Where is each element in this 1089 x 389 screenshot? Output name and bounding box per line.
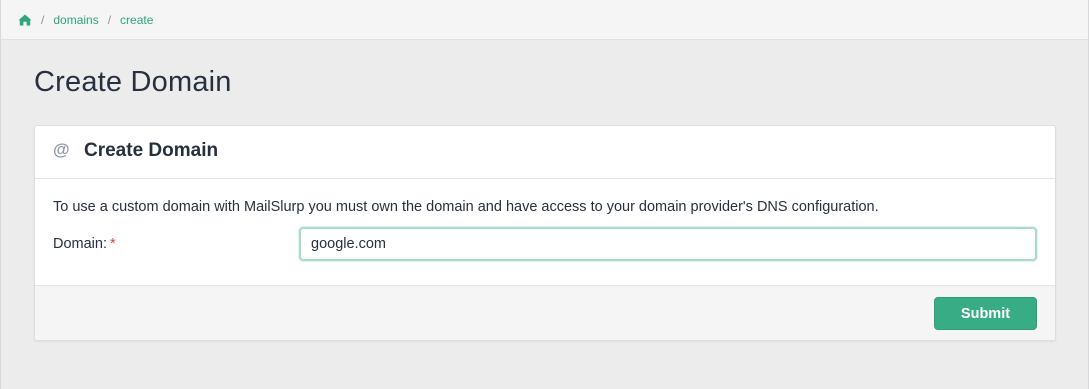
domain-label-text: Domain:: [53, 236, 107, 252]
domain-label: Domain: *: [53, 236, 299, 252]
home-icon[interactable]: [18, 14, 32, 26]
page-title: Create Domain: [34, 66, 232, 98]
card-footer: Submit: [35, 285, 1055, 340]
domain-input[interactable]: [299, 227, 1037, 261]
breadcrumb-item-domains[interactable]: domains: [53, 13, 98, 27]
create-domain-card: @ Create Domain To use a custom domain w…: [34, 125, 1056, 341]
breadcrumb: / domains / create: [1, 0, 1088, 40]
card-header: @ Create Domain: [35, 126, 1055, 179]
breadcrumb-separator: /: [41, 12, 45, 27]
help-text: To use a custom domain with MailSlurp yo…: [53, 199, 879, 215]
page: / domains / create Create Domain @ Creat…: [0, 0, 1089, 389]
at-sign-icon: @: [53, 140, 70, 159]
required-mark: *: [110, 236, 116, 252]
card-body: To use a custom domain with MailSlurp yo…: [35, 179, 1055, 285]
breadcrumb-item-create[interactable]: create: [120, 13, 153, 27]
domain-form-row: Domain: *: [53, 227, 1037, 261]
breadcrumb-separator: /: [107, 12, 112, 27]
card-title: Create Domain: [84, 140, 219, 161]
submit-button[interactable]: Submit: [934, 297, 1037, 330]
